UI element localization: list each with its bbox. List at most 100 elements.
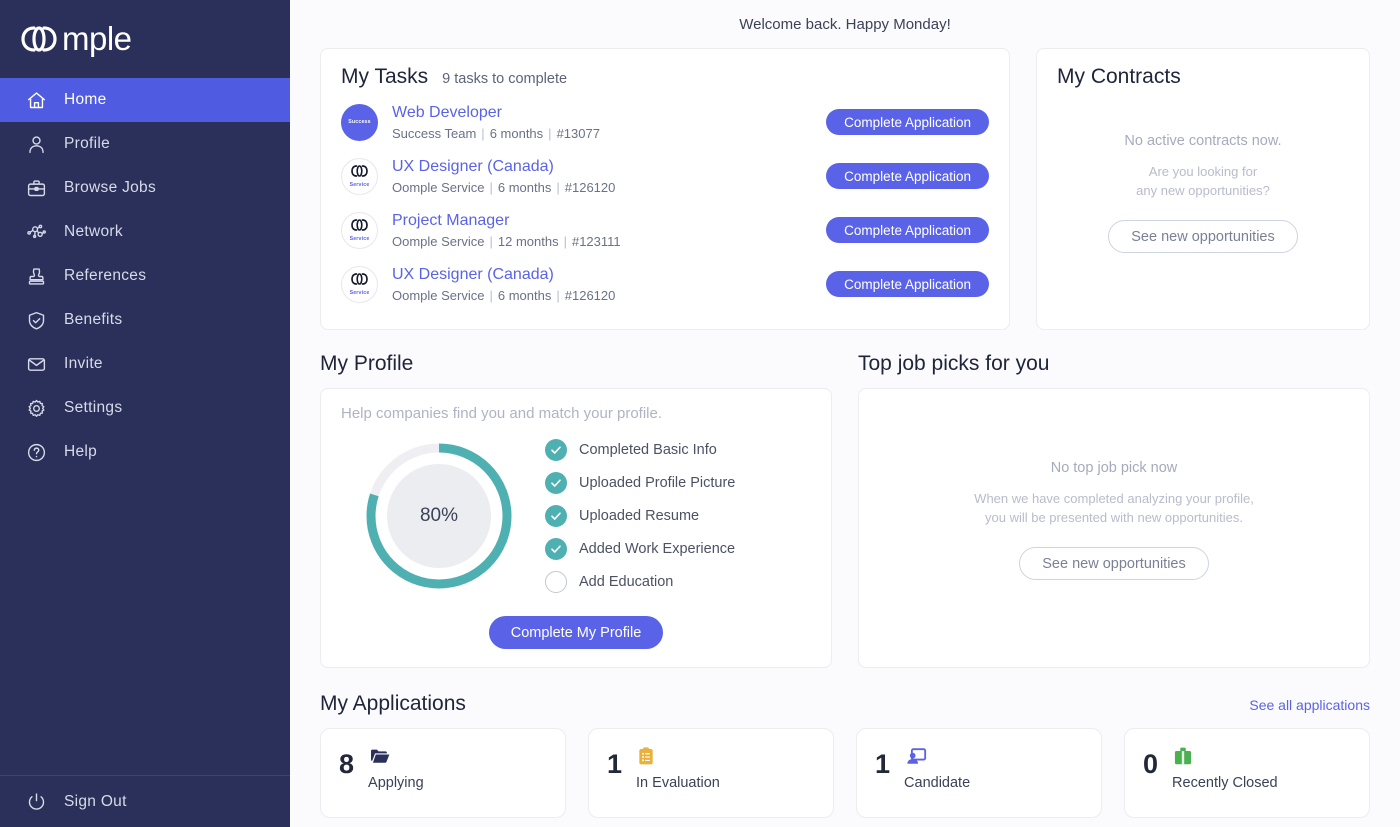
job-picks-column: Top job picks for you No top job pick no… — [858, 330, 1370, 668]
shield-icon — [20, 305, 52, 335]
task-info: UX Designer (Canada) Oomple Service | 6 mo… — [392, 157, 826, 195]
gear-icon — [20, 393, 52, 423]
application-label: In Evaluation — [636, 775, 720, 791]
contracts-empty-state: No active contracts now. Are you looking… — [1057, 89, 1349, 313]
top-job-picks-card: No top job pick now When we have complet… — [858, 388, 1370, 668]
task-info: UX Designer (Canada) Oomple Service | 6 mo… — [392, 265, 826, 303]
task-row[interactable]: Service Project Manager Oomple Service | 1… — [341, 203, 989, 257]
task-row[interactable]: Service UX Designer (Canada) Oomple Serv… — [341, 257, 989, 311]
my-tasks-header: My Tasks 9 tasks to complete — [341, 65, 989, 89]
profile-completion-donut: 80% — [359, 436, 519, 596]
sidebar-item-browse-jobs[interactable]: Browse Jobs — [0, 166, 290, 210]
task-title[interactable]: Project Manager — [392, 211, 826, 231]
task-ref: #13077 — [556, 126, 600, 141]
sidebar-item-label: Browse Jobs — [64, 179, 157, 196]
profile-body: 80% Completed Basic Info Uploaded Profil… — [341, 436, 811, 596]
job-picks-empty-line1: When we have completed analyzing your pr… — [974, 490, 1254, 506]
task-row[interactable]: Service UX Designer (Canada) Oomple Serv… — [341, 149, 989, 203]
complete-application-button[interactable]: Complete Application — [826, 109, 989, 135]
check-circle-icon — [545, 538, 567, 560]
application-count: 1 — [875, 749, 891, 779]
task-title[interactable]: UX Designer (Canada) — [392, 265, 826, 285]
my-contracts-title: My Contracts — [1057, 65, 1181, 88]
application-label: Applying — [368, 775, 424, 791]
see-new-opportunities-button[interactable]: See new opportunities — [1019, 547, 1209, 581]
application-stat-card[interactable]: 0 Recently Closed — [1124, 728, 1370, 818]
task-meta: Oomple Service | 6 months | #126120 — [392, 180, 616, 195]
task-meta: Oomple Service | 6 months | #126120 — [392, 288, 616, 303]
task-ref: #126120 — [564, 180, 616, 195]
my-applications-header: My Applications See all applications — [320, 692, 1370, 716]
sidebar-item-label: Invite — [64, 355, 103, 372]
application-card-body: Candidate — [904, 743, 970, 791]
complete-application-button[interactable]: Complete Application — [826, 271, 989, 297]
app-root: mple Home Profile Browse Jobs Network Re… — [0, 0, 1400, 827]
checklist-item[interactable]: Add Education — [545, 571, 735, 593]
avatar: Service — [341, 211, 378, 249]
contracts-empty-line1: Are you looking for — [1148, 163, 1258, 179]
application-stat-card[interactable]: 1 Candidate — [856, 728, 1102, 818]
logo-text: mple — [62, 20, 132, 57]
check-circle-icon — [545, 472, 567, 494]
sidebar-item-label: References — [64, 267, 147, 284]
see-new-opportunities-button[interactable]: See new opportunities — [1108, 220, 1298, 254]
sidebar-item-label: Home — [64, 91, 107, 108]
avatar-label: Success — [348, 119, 371, 125]
sidebar-item-network[interactable]: Network — [0, 210, 290, 254]
my-applications-title: My Applications — [320, 692, 466, 715]
application-stat-card[interactable]: 8 Applying — [320, 728, 566, 818]
application-count: 0 — [1143, 749, 1159, 779]
briefcase-icon — [1172, 743, 1278, 769]
sign-out-button[interactable]: Sign Out — [0, 775, 290, 827]
my-profile-card: Help companies find you and match your p… — [320, 388, 832, 668]
profile-column: My Profile Help companies find you and m… — [320, 330, 832, 668]
sidebar-item-invite[interactable]: Invite — [0, 342, 290, 386]
stamp-icon — [20, 261, 52, 291]
avatar: Success — [341, 103, 378, 141]
sidebar-item-help[interactable]: Help — [0, 430, 290, 474]
checklist-label: Add Education — [579, 574, 674, 590]
logo[interactable]: mple — [0, 0, 290, 78]
sidebar-item-benefits[interactable]: Benefits — [0, 298, 290, 342]
sidebar-item-profile[interactable]: Profile — [0, 122, 290, 166]
top-cards-row: My Tasks 9 tasks to complete Success Web… — [320, 48, 1370, 330]
complete-application-button[interactable]: Complete Application — [826, 163, 989, 189]
top-job-picks-title: Top job picks for you — [858, 352, 1050, 375]
task-duration: 12 months — [497, 234, 559, 249]
task-title[interactable]: Web Developer — [392, 103, 826, 123]
complete-my-profile-button[interactable]: Complete My Profile — [488, 616, 664, 649]
my-profile-title: My Profile — [320, 352, 414, 375]
applications-cards-row: 8 Applying 1 In Evaluation 1 Candidate 0… — [320, 728, 1370, 818]
contracts-empty-line2: any new opportunities? — [1136, 182, 1270, 198]
sidebar-item-home[interactable]: Home — [0, 78, 290, 122]
profile-checklist: Completed Basic Info Uploaded Profile Pi… — [545, 439, 735, 593]
task-ref: #126120 — [564, 288, 616, 303]
sidebar: mple Home Profile Browse Jobs Network Re… — [0, 0, 290, 827]
envelope-icon — [20, 349, 52, 379]
contracts-empty-title: No active contracts now. — [1124, 132, 1282, 149]
check-circle-icon — [545, 505, 567, 527]
application-stat-card[interactable]: 1 In Evaluation — [588, 728, 834, 818]
see-all-applications-link[interactable]: See all applications — [1249, 697, 1370, 713]
sidebar-item-settings[interactable]: Settings — [0, 386, 290, 430]
complete-application-button[interactable]: Complete Application — [826, 217, 989, 243]
task-row[interactable]: Success Web Developer Success Team | 6 mon… — [341, 95, 989, 149]
checklist-label: Uploaded Resume — [579, 508, 700, 524]
sidebar-nav: Home Profile Browse Jobs Network Referen… — [0, 78, 290, 474]
task-title[interactable]: UX Designer (Canada) — [392, 157, 826, 177]
checklist-item[interactable]: Uploaded Profile Picture — [545, 472, 735, 494]
home-icon — [20, 85, 52, 115]
my-tasks-subtitle: 9 tasks to complete — [442, 71, 568, 87]
checklist-item[interactable]: Added Work Experience — [545, 538, 735, 560]
oomple-mark-icon — [350, 164, 370, 182]
sidebar-item-references[interactable]: References — [0, 254, 290, 298]
sidebar-item-label: Help — [64, 443, 98, 460]
checklist-item[interactable]: Completed Basic Info — [545, 439, 735, 461]
job-picks-empty-line2: you will be presented with new opportuni… — [985, 509, 1243, 525]
checklist-item[interactable]: Uploaded Resume — [545, 505, 735, 527]
briefcase-icon — [20, 173, 52, 203]
folder-icon — [368, 743, 424, 769]
task-info: Project Manager Oomple Service | 12 months… — [392, 211, 826, 249]
profile-cta: Complete My Profile — [341, 616, 811, 649]
